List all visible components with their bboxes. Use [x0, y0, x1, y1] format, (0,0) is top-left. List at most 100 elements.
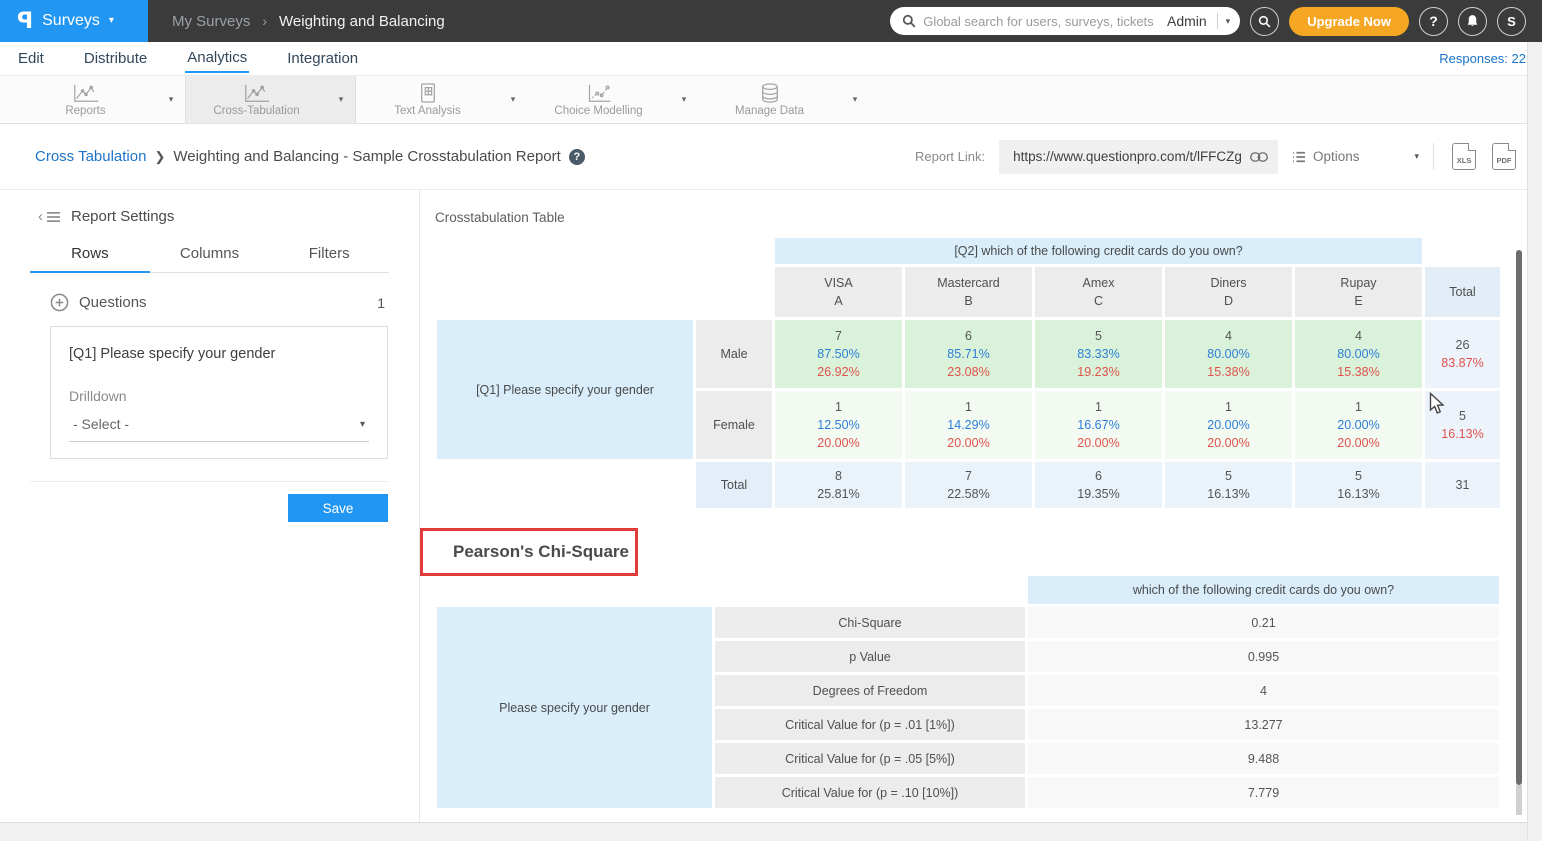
column-code: A — [834, 292, 842, 310]
search-icon — [1258, 15, 1271, 28]
toolbar-group-reports: Reports ▾ — [14, 76, 185, 123]
options-label: Options — [1313, 149, 1360, 164]
choice-modelling-button[interactable]: Choice Modelling — [527, 76, 670, 123]
report-link-url[interactable]: https://www.questionpro.com/t/lFFCZg — [1013, 149, 1242, 164]
chi-label-critical-10pct: Critical Value for (p = .10 [10%]) — [715, 777, 1025, 808]
row-label-female: Female — [696, 391, 772, 459]
toolbar-group-cross-tabulation: Cross-Tabulation ▾ — [185, 76, 356, 123]
report-main: Crosstabulation Table [Q2] which of the … — [420, 190, 1542, 822]
page-scrollbar-track[interactable] — [1527, 42, 1542, 841]
user-avatar[interactable]: S — [1497, 7, 1526, 36]
list-options-icon — [1292, 151, 1306, 163]
notifications-button[interactable] — [1458, 7, 1487, 36]
chi-value-chi-square: 0.21 — [1028, 607, 1499, 638]
report-title: Weighting and Balancing - Sample Crossta… — [173, 148, 560, 165]
crosstab-row-question-header: [Q1] Please specify your gender — [437, 320, 693, 459]
save-button[interactable]: Save — [288, 494, 388, 522]
cell-row-pct: 83.33% — [1077, 345, 1119, 363]
cell-female-total: 5 16.13% — [1425, 391, 1500, 459]
chi-value-p-value: 0.995 — [1028, 641, 1499, 672]
search-input[interactable] — [923, 14, 1161, 29]
drilldown-label: Drilldown — [69, 388, 369, 404]
chevron-down-icon[interactable]: ▾ — [1218, 16, 1231, 27]
tab-integration[interactable]: Integration — [285, 46, 360, 72]
cell-count: 5 — [1459, 407, 1466, 425]
cell-count: 1 — [965, 398, 972, 416]
cross-tabulation-breadcrumb-link[interactable]: Cross Tabulation — [35, 148, 146, 165]
product-menu[interactable]: P Surveys ▾ — [0, 0, 148, 42]
content-scrollbar-thumb[interactable] — [1516, 250, 1522, 785]
questions-count-badge: 1 — [377, 295, 385, 311]
tab-columns[interactable]: Columns — [150, 245, 270, 272]
question-text: [Q1] Please specify your gender — [69, 346, 369, 362]
cell-row-pct: 12.50% — [817, 416, 859, 434]
cell-male-mastercard: 6 85.71% 23.08% — [905, 320, 1032, 388]
cell-female-rupay: 1 20.00% 20.00% — [1295, 391, 1422, 459]
choice-modelling-dropdown-caret[interactable]: ▾ — [670, 76, 698, 123]
analytics-toolbar: Reports ▾ Cross-Tabulation ▾ Text Analys… — [0, 75, 1542, 124]
add-question-icon[interactable] — [50, 293, 69, 312]
column-header-amex: Amex C — [1035, 267, 1162, 317]
text-analysis-dropdown-caret[interactable]: ▾ — [499, 76, 527, 123]
top-navbar: P Surveys ▾ My Surveys › Weighting and B… — [0, 0, 1542, 42]
chevron-down-icon: ▾ — [109, 16, 114, 26]
column-header-mastercard: Mastercard B — [905, 267, 1032, 317]
chi-value-critical-1pct: 13.277 — [1028, 709, 1499, 740]
cell-total-mastercard: 7 22.58% — [905, 462, 1032, 508]
cell-row-pct: 14.29% — [947, 416, 989, 434]
export-pdf-button[interactable]: PDF — [1492, 143, 1516, 170]
reports-label: Reports — [65, 105, 105, 117]
cell-col-pct: 20.00% — [1077, 434, 1119, 452]
manage-data-button[interactable]: Manage Data — [698, 76, 841, 123]
cell-male-visa: 7 87.50% 26.92% — [775, 320, 902, 388]
manage-data-dropdown-caret[interactable]: ▾ — [841, 76, 869, 123]
cell-pct: 25.81% — [817, 485, 859, 503]
row-label-male: Male — [696, 320, 772, 388]
tab-distribute[interactable]: Distribute — [82, 46, 149, 72]
upgrade-now-button[interactable]: Upgrade Now — [1289, 7, 1409, 36]
breadcrumb-my-surveys[interactable]: My Surveys — [172, 13, 250, 30]
cell-row-pct: 80.00% — [1207, 345, 1249, 363]
collapse-panel-button[interactable]: ‹ — [38, 208, 61, 225]
options-button[interactable]: Options ▾ — [1292, 149, 1419, 164]
reports-button[interactable]: Reports — [14, 76, 157, 123]
tab-rows[interactable]: Rows — [30, 245, 150, 273]
help-button[interactable]: ? — [1419, 7, 1448, 36]
global-search: Admin ▾ — [890, 7, 1240, 35]
cell-male-rupay: 4 80.00% 15.38% — [1295, 320, 1422, 388]
text-analysis-button[interactable]: Text Analysis — [356, 76, 499, 123]
chi-value-degrees-of-freedom: 4 — [1028, 675, 1499, 706]
cell-count: 1 — [835, 398, 842, 416]
navbar-breadcrumb: My Surveys › Weighting and Balancing — [172, 13, 445, 30]
questions-label: Questions — [79, 294, 147, 311]
search-scope-selector[interactable]: Admin — [1161, 13, 1218, 29]
chi-value-critical-5pct: 9.488 — [1028, 743, 1499, 774]
tab-analytics[interactable]: Analytics — [185, 45, 249, 73]
content-scrollbar-track[interactable] — [1516, 785, 1522, 815]
hamburger-icon — [46, 211, 61, 223]
manage-data-label: Manage Data — [735, 105, 804, 117]
text-document-icon — [419, 83, 437, 103]
report-header-row: Cross Tabulation ❯ Weighting and Balanci… — [0, 124, 1542, 190]
tab-edit[interactable]: Edit — [16, 46, 46, 72]
panel-divider — [30, 481, 389, 482]
reports-dropdown-caret[interactable]: ▾ — [157, 76, 185, 123]
choice-modelling-label: Choice Modelling — [554, 105, 642, 117]
row-label-total: Total — [696, 462, 772, 508]
export-xls-button[interactable]: XLS — [1452, 143, 1476, 170]
copy-link-icon[interactable] — [1250, 151, 1268, 163]
cross-tabulation-dropdown-caret[interactable]: ▾ — [327, 76, 355, 123]
tab-filters[interactable]: Filters — [269, 245, 389, 272]
search-button[interactable] — [1250, 7, 1279, 36]
column-header-rupay: Rupay E — [1295, 267, 1422, 317]
cross-tabulation-button[interactable]: Cross-Tabulation — [186, 76, 327, 123]
app-window: P Surveys ▾ My Surveys › Weighting and B… — [0, 0, 1542, 841]
cell-count: 1 — [1225, 398, 1232, 416]
cell-count: 5 — [1355, 467, 1362, 485]
column-header-diners: Diners D — [1165, 267, 1292, 317]
report-help-icon[interactable]: ? — [569, 149, 585, 165]
cell-count: 1 — [1095, 398, 1102, 416]
drilldown-select[interactable]: - Select - ▾ — [69, 416, 369, 442]
cell-row-pct: 87.50% — [817, 345, 859, 363]
chi-column-header: which of the following credit cards do y… — [1028, 576, 1499, 604]
